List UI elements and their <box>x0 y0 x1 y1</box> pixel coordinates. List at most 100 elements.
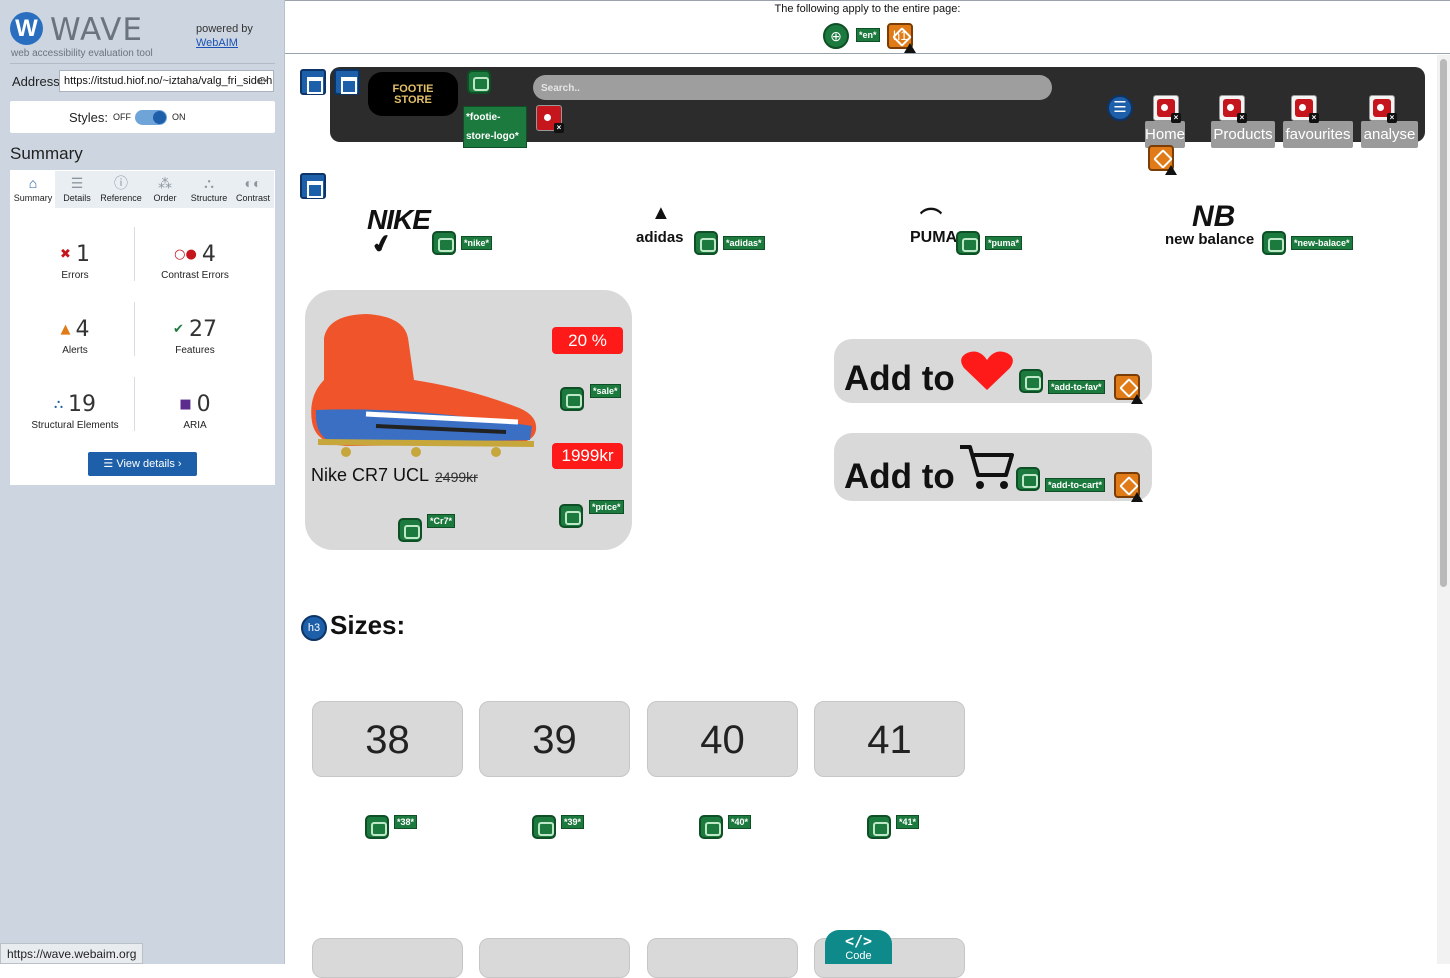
size-button-38[interactable]: 38 <box>312 701 463 777</box>
error-icon[interactable]: × <box>1369 95 1397 123</box>
cart-alt-tag[interactable]: *add-to-cart* <box>1045 478 1106 492</box>
order-icon: ⁂ <box>158 175 172 191</box>
alt-text-icon[interactable] <box>365 815 389 839</box>
size-alt-tag[interactable]: *39* <box>561 815 585 829</box>
contrast-icon: ◐◐ <box>244 175 262 191</box>
alt-text-icon[interactable] <box>432 231 456 255</box>
nav-products[interactable]: Products <box>1211 121 1275 148</box>
tab-details[interactable]: ☰ Details <box>55 171 99 209</box>
status-url: https://wave.webaim.org <box>0 943 144 964</box>
add-cart-label: Add to <box>844 457 955 496</box>
product-name: Nike CR7 UCL <box>311 465 430 485</box>
nav-region-icon[interactable] <box>334 69 360 95</box>
size-button[interactable] <box>647 938 798 978</box>
feature-icon: ✔ <box>173 322 184 337</box>
link-alert-icon[interactable] <box>1148 145 1177 175</box>
adidas-logo[interactable]: adidas <box>636 229 684 246</box>
tab-structure[interactable]: ⛬ Structure <box>187 171 231 209</box>
alt-text-icon[interactable] <box>467 70 491 94</box>
stat-contrast-errors[interactable]: ○● 4 Contrast Errors <box>135 242 255 281</box>
list-icon[interactable]: ☰ <box>1107 95 1133 121</box>
code-toggle-button[interactable]: </> Code <box>825 930 892 964</box>
new-balance-logo[interactable]: new balance <box>1165 231 1254 248</box>
error-icon[interactable]: × <box>1153 95 1181 123</box>
alt-text-icon[interactable] <box>867 815 891 839</box>
size-alt-tag[interactable]: *38* <box>394 815 418 829</box>
size-button[interactable] <box>479 938 630 978</box>
tab-contrast[interactable]: ◐◐ Contrast <box>231 171 275 209</box>
alt-text-icon[interactable] <box>699 815 723 839</box>
stat-errors[interactable]: ✖ 1 Errors <box>15 242 135 281</box>
close-icon: × <box>554 123 564 133</box>
scrollbar-thumb[interactable] <box>1440 59 1447 587</box>
size-button-39[interactable]: 39 <box>479 701 630 777</box>
nb-mark-icon: NB <box>1192 200 1236 233</box>
styles-toggle-box: Styles: OFF ON <box>10 101 275 133</box>
error-icon[interactable]: × <box>1291 95 1319 123</box>
error-icon[interactable]: × <box>1219 95 1247 123</box>
contrast-label: Contrast Errors <box>161 270 229 281</box>
adidas-alt-tag[interactable]: *adidas* <box>723 236 765 250</box>
wave-logo-text[interactable]: WAVE <box>50 12 143 48</box>
alt-text-icon[interactable] <box>398 518 422 542</box>
styles-label: Styles: <box>69 110 109 125</box>
stat-aria[interactable]: ■ 0 ARIA <box>135 392 255 431</box>
search-input[interactable]: Search.. <box>533 75 1052 100</box>
nav-favourites[interactable]: favourites <box>1283 121 1353 148</box>
logo-alt-tag[interactable]: *footie-store-logo* <box>463 106 527 148</box>
view-details-button[interactable]: ☰ View details › <box>88 452 197 476</box>
h3-icon[interactable]: h3 <box>301 615 327 641</box>
alt-text-icon[interactable] <box>694 231 718 255</box>
wave-logo-icon[interactable]: W <box>10 12 43 45</box>
alert-icon[interactable] <box>1114 374 1143 404</box>
size-alt-tag[interactable]: *40* <box>728 815 752 829</box>
footie-store-logo[interactable]: FOOTIE STORE <box>368 72 458 116</box>
warning-icon <box>1131 394 1143 404</box>
language-icon[interactable]: ⊕ <box>823 23 849 49</box>
alert-icon[interactable] <box>1114 472 1143 502</box>
lang-tag[interactable]: *en* <box>856 28 880 42</box>
alt-text-icon[interactable] <box>956 231 980 255</box>
boot-image[interactable] <box>306 310 546 460</box>
tab-reference[interactable]: ⓘ Reference <box>99 171 143 209</box>
main-region-icon[interactable] <box>300 173 326 199</box>
alt-text-icon[interactable] <box>532 815 556 839</box>
tab-label: Details <box>63 193 91 203</box>
nike-alt-tag[interactable]: *nike* <box>461 236 493 250</box>
header-region-icon[interactable] <box>300 69 326 95</box>
tab-order[interactable]: ⁂ Order <box>143 171 187 209</box>
nav-analyse[interactable]: analyse <box>1361 121 1418 148</box>
h1-alert-icon[interactable]: h1 <box>887 23 916 53</box>
alt-text-icon[interactable] <box>1019 369 1043 393</box>
stat-alerts[interactable]: ▲ 4 Alerts <box>15 317 135 356</box>
size-button-41[interactable]: 41 <box>814 701 965 777</box>
error-tag-icon[interactable]: × <box>536 105 564 133</box>
summary-heading: Summary <box>10 144 83 163</box>
webaim-link[interactable]: WebAIM <box>196 37 238 49</box>
puma-alt-tag[interactable]: *puma* <box>985 236 1023 250</box>
sale-alt-tag[interactable]: *sale* <box>590 384 621 398</box>
refresh-icon[interactable]: ⟳ <box>258 74 268 88</box>
nav-home[interactable]: Home <box>1145 121 1185 148</box>
alt-text-icon[interactable] <box>1016 467 1040 491</box>
address-input[interactable]: https://itstud.hiof.no/~iztaha/valg_fri_… <box>59 70 274 92</box>
image-alt-tag[interactable]: *Cr7* <box>427 514 456 528</box>
fav-alt-tag[interactable]: *add-to-fav* <box>1048 380 1105 394</box>
new-balance-alt-tag[interactable]: *new-balace* <box>1291 236 1353 250</box>
heart-icon <box>961 351 1013 390</box>
contrast-error-icon: ○● <box>174 247 197 262</box>
size-button-40[interactable]: 40 <box>647 701 798 777</box>
price-alt-tag[interactable]: *price* <box>589 500 624 514</box>
styles-toggle[interactable] <box>135 110 167 125</box>
alt-text-icon[interactable] <box>560 387 584 411</box>
size-alt-tag[interactable]: *41* <box>896 815 920 829</box>
tab-summary[interactable]: ⌂ Summary <box>11 171 55 209</box>
alt-text-icon[interactable] <box>559 504 583 528</box>
page-scrollbar[interactable] <box>1437 55 1450 964</box>
size-button[interactable] <box>312 938 463 978</box>
puma-logo[interactable]: PUMA <box>910 229 957 247</box>
alt-text-icon[interactable] <box>1262 231 1286 255</box>
stat-structural[interactable]: ⛬ 19 Structural Elements <box>15 392 135 431</box>
view-details-label: View details › <box>116 458 182 470</box>
stat-features[interactable]: ✔ 27 Features <box>135 317 255 356</box>
